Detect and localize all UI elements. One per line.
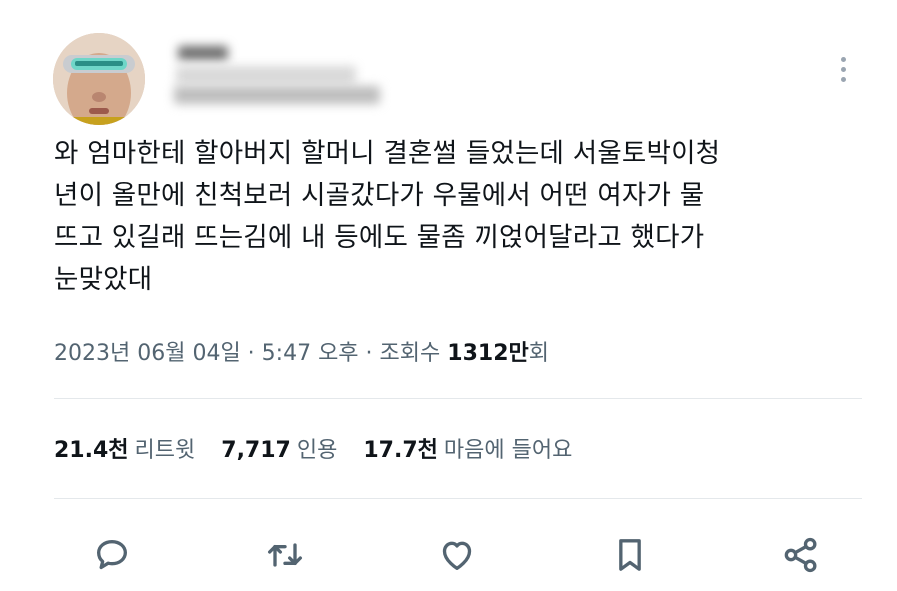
likes-stat[interactable]: 17.7천 마음에 들어요 bbox=[363, 433, 572, 469]
bookmark-button[interactable] bbox=[605, 530, 655, 580]
more-options-icon[interactable] bbox=[834, 52, 854, 86]
tweet-text-line: 년이 올만에 친척보러 시골갔다가 우물에서 어떤 여자가 물 bbox=[54, 180, 705, 211]
retweets-stat[interactable]: 21.4천 리트윗 bbox=[54, 433, 195, 469]
views-suffix: 회 bbox=[528, 341, 549, 366]
bookmark-icon bbox=[619, 539, 641, 571]
tweet-date[interactable]: 2023년 06월 04일 bbox=[54, 341, 241, 366]
tweet-meta: 2023년 06월 04일 · 5:47 오후 · 조회수 1312만회 bbox=[54, 337, 549, 371]
views-unit: 만 bbox=[508, 341, 529, 366]
quotes-count: 7,717 bbox=[221, 438, 291, 463]
meta-separator: · bbox=[358, 341, 380, 366]
retweet-button[interactable] bbox=[260, 530, 310, 580]
author-name-redacted[interactable] bbox=[172, 44, 402, 110]
share-button[interactable] bbox=[776, 530, 826, 580]
like-button[interactable] bbox=[432, 530, 482, 580]
reply-icon bbox=[97, 540, 128, 570]
views-count: 1312 bbox=[447, 341, 509, 366]
likes-count: 17.7천 bbox=[363, 438, 438, 463]
meta-separator: · bbox=[240, 341, 262, 366]
action-bar bbox=[0, 530, 897, 580]
tweet-text-line: 눈맞았대 bbox=[54, 264, 153, 295]
likes-label: 마음에 들어요 bbox=[443, 438, 573, 463]
divider bbox=[54, 498, 862, 499]
like-icon bbox=[442, 541, 472, 570]
tweet-time[interactable]: 5:47 오후 bbox=[262, 341, 359, 366]
retweets-count: 21.4천 bbox=[54, 438, 129, 463]
tweet-text: 와 엄마한테 할아버지 할머니 결혼썰 들었는데 서울토박이청 년이 올만에 친… bbox=[54, 133, 854, 301]
divider bbox=[54, 398, 862, 399]
retweets-label: 리트윗 bbox=[134, 438, 196, 463]
quotes-stat[interactable]: 7,717 인용 bbox=[221, 433, 337, 469]
views-label: 조회수 bbox=[379, 341, 448, 366]
tweet-text-line: 와 엄마한테 할아버지 할머니 결혼썰 들었는데 서울토박이청 bbox=[54, 138, 721, 169]
tweet-text-line: 뜨고 있길래 뜨는김에 내 등에도 물좀 끼얹어달라고 했다가 bbox=[54, 222, 705, 253]
quotes-label: 인용 bbox=[296, 438, 338, 463]
share-icon bbox=[784, 537, 817, 573]
avatar[interactable] bbox=[53, 33, 145, 125]
retweet-icon bbox=[268, 543, 302, 567]
tweet-stats: 21.4천 리트윗 7,717 인용 17.7천 마음에 들어요 bbox=[54, 433, 598, 469]
avatar-image bbox=[53, 33, 145, 125]
reply-button[interactable] bbox=[87, 530, 137, 580]
